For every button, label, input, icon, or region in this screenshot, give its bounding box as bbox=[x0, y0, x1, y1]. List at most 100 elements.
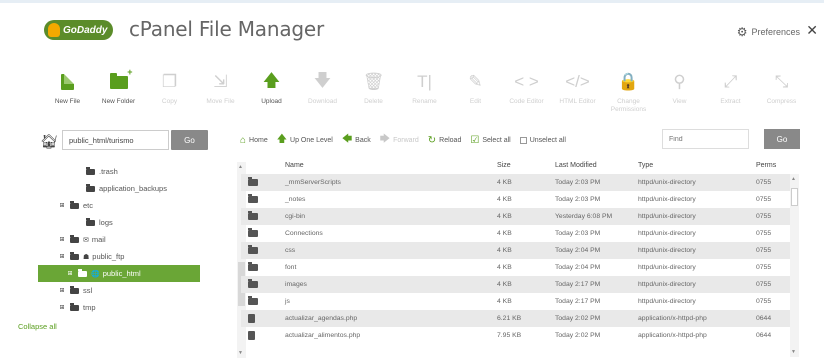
cell-size: 4 KB bbox=[497, 281, 512, 288]
table-scrollbar[interactable]: ▲ ▼ bbox=[790, 174, 799, 357]
expand-icon[interactable]: ⊞ bbox=[58, 253, 66, 260]
tree-item-public-ftp[interactable]: ⊞ ☗ public_ftp bbox=[38, 248, 124, 265]
html-editor-button[interactable]: </> HTML Editor bbox=[552, 70, 603, 130]
scroll-up-icon[interactable]: ▲ bbox=[791, 176, 796, 182]
download-button[interactable]: 🡇 Download bbox=[297, 70, 348, 130]
tree-item-public-html[interactable]: ⊞ 🌐 public_html bbox=[38, 265, 200, 282]
path-input[interactable] bbox=[62, 130, 169, 150]
table-row[interactable]: cgi-bin 4 KB Yesterday 6:08 PM httpd/unix-d… bbox=[241, 208, 798, 225]
cell-name: css bbox=[285, 247, 296, 254]
edit-icon: ✎ bbox=[468, 72, 483, 91]
tree-item-mail[interactable]: ⊞ ✉ mail bbox=[38, 231, 106, 248]
scroll-down-icon[interactable]: ▼ bbox=[791, 349, 796, 355]
table-row[interactable]: font 4 KB Today 2:04 PM httpd/unix-director… bbox=[241, 259, 798, 276]
column-name[interactable]: Name bbox=[285, 162, 497, 169]
tree-item-label: logs bbox=[99, 218, 113, 227]
column-type[interactable]: Type bbox=[638, 162, 756, 169]
folder-icon bbox=[70, 285, 79, 294]
move-button[interactable]: ⇲ Move File bbox=[195, 70, 246, 130]
cell-modified: Today 2:03 PM bbox=[555, 230, 601, 237]
path-go-button[interactable]: Go bbox=[171, 130, 208, 150]
new-file-button[interactable]: New File bbox=[42, 70, 93, 130]
move-icon: ⇲ bbox=[213, 72, 228, 91]
table-row[interactable]: actualizar_alimentos.php 7.95 KB Today 2:0… bbox=[241, 327, 798, 344]
expand-icon[interactable]: ⊞ bbox=[58, 287, 66, 294]
upload-button[interactable]: 🡅 Upload bbox=[246, 70, 297, 130]
column-size[interactable]: Size bbox=[497, 162, 555, 169]
cell-name: _notes bbox=[285, 196, 306, 203]
cell-size: 4 KB bbox=[497, 196, 512, 203]
close-icon[interactable]: ✕ bbox=[806, 22, 818, 39]
nav-back-button[interactable]: 🡄 Back bbox=[342, 132, 371, 149]
gear-icon: ⚙ bbox=[736, 25, 748, 39]
folder-type-icon: ✉ bbox=[83, 236, 89, 244]
back-icon: 🡄 bbox=[341, 133, 353, 145]
code-editor-label: Code Editor bbox=[509, 98, 544, 105]
edit-button[interactable]: ✎ Edit bbox=[450, 70, 501, 130]
rename-button[interactable]: T| Rename bbox=[399, 70, 450, 130]
home-icon: ⌂ bbox=[240, 134, 247, 146]
table-row[interactable]: images 4 KB Today 2:17 PM httpd/unix-direct… bbox=[241, 276, 798, 293]
compress-icon: ⤡ bbox=[774, 72, 789, 91]
new-folder-button[interactable]: New Folder bbox=[93, 67, 144, 130]
tree-item-label: tmp bbox=[83, 303, 96, 312]
column-perms[interactable]: Perms bbox=[756, 162, 798, 169]
nav-select-all-button[interactable]: ☑ Select all bbox=[470, 135, 510, 146]
find-input[interactable] bbox=[662, 129, 749, 149]
permissions-button[interactable]: 🔒 Change Permissions bbox=[603, 70, 654, 130]
toolbar: New File New Folder ❐ Copy ⇲ Move File 🡅 Upload… bbox=[42, 67, 812, 130]
tree-item-ssl[interactable]: ⊞ ssl bbox=[38, 282, 92, 299]
tree-item-etc[interactable]: ⊞ etc bbox=[38, 197, 93, 214]
extract-icon: ⤢ bbox=[723, 72, 738, 91]
find-go-button[interactable]: Go bbox=[764, 129, 800, 149]
nav-up-one-level-button[interactable]: 🡅 Up One Level bbox=[277, 132, 333, 149]
file-icon bbox=[248, 331, 255, 340]
cell-size: 4 KB bbox=[497, 247, 512, 254]
page-title: cPanel File Manager bbox=[129, 17, 324, 41]
nav-home-button[interactable]: ⌂ Home bbox=[240, 135, 268, 146]
folder-type-icon: 🌐 bbox=[91, 270, 100, 278]
forward-icon: 🡆 bbox=[379, 133, 391, 145]
tree-item-trash[interactable]: .trash bbox=[38, 163, 118, 180]
expand-icon[interactable]: ⊞ bbox=[58, 236, 66, 243]
file-icon bbox=[248, 314, 255, 323]
expand-icon[interactable]: ⊞ bbox=[58, 202, 66, 209]
tree-item-label: ssl bbox=[83, 286, 93, 295]
extract-button[interactable]: ⤢ Extract bbox=[705, 70, 756, 130]
preferences-button[interactable]: ⚙ Preferences bbox=[737, 25, 800, 39]
tree-item-label: mail bbox=[91, 235, 106, 244]
nav-label: Select all bbox=[482, 136, 511, 144]
cell-type: httpd/unix-directory bbox=[638, 281, 696, 288]
collapse-all-link[interactable]: Collapse all bbox=[18, 322, 57, 331]
download-icon: 🡇 bbox=[313, 70, 332, 90]
godaddy-logo[interactable]: GoDaddy bbox=[44, 20, 114, 40]
tree-item-label: public_html bbox=[102, 269, 141, 278]
table-row[interactable]: Connections 4 KB Today 2:03 PM httpd/unix-d… bbox=[241, 225, 798, 242]
tree-item-logs[interactable]: logs bbox=[38, 214, 113, 231]
compress-button[interactable]: ⤡ Compress bbox=[756, 70, 807, 130]
scroll-down-icon[interactable]: ▼ bbox=[238, 350, 243, 356]
cell-name: actualizar_agendas.php bbox=[285, 315, 358, 322]
table-row[interactable]: actualizar_agendas.php 6.21 KB Today 2:02 … bbox=[241, 310, 798, 327]
table-row[interactable]: css 4 KB Today 2:04 PM httpd/unix-directory… bbox=[241, 242, 798, 259]
folder-icon bbox=[78, 268, 87, 277]
tree-item-label: application_backups bbox=[99, 184, 167, 193]
cell-name: actualizar_alimentos.php bbox=[285, 332, 361, 339]
nav-unselect-all-button[interactable]: Unselect all bbox=[519, 136, 566, 144]
table-row[interactable]: _notes 4 KB Today 2:03 PM httpd/unix-direct… bbox=[241, 191, 798, 208]
tree-item-tmp[interactable]: ⊞ tmp bbox=[38, 299, 96, 316]
expand-icon[interactable]: ⊞ bbox=[66, 270, 74, 277]
table-row[interactable]: _mmServerScripts 4 KB Today 2:03 PM httpd/u… bbox=[241, 174, 798, 191]
table-row[interactable]: js 4 KB Today 2:17 PM httpd/unix-directory 0… bbox=[241, 293, 798, 310]
expand-icon[interactable]: ⊞ bbox=[58, 304, 66, 311]
view-button[interactable]: ⚲ View bbox=[654, 70, 705, 130]
nav-reload-button[interactable]: ↻ Reload bbox=[428, 135, 462, 146]
html-icon: </> bbox=[565, 72, 590, 91]
code-editor-button[interactable]: < > Code Editor bbox=[501, 70, 552, 130]
table-scrollbar-thumb[interactable] bbox=[791, 188, 798, 206]
column-modified[interactable]: Last Modified bbox=[555, 162, 638, 169]
tree-item-application-backups[interactable]: application_backups bbox=[38, 180, 167, 197]
nav-forward-button[interactable]: 🡆 Forward bbox=[380, 132, 419, 149]
delete-button[interactable]: 🗑 Delete bbox=[348, 70, 399, 130]
copy-button[interactable]: ❐ Copy bbox=[144, 70, 195, 130]
